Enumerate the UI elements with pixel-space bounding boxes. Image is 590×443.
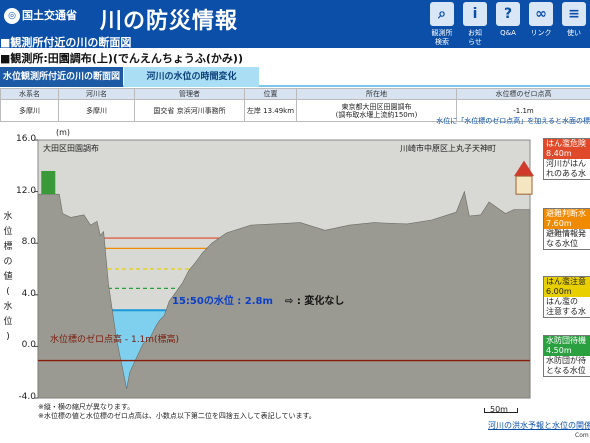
tab-time-series[interactable]: 河川の水位の時間変化 [124, 67, 259, 87]
station-search-button[interactable]: ⌕ 観測所 検索 [426, 0, 458, 48]
threshold-box: 避難判断水 7.60m 避難情報発 なる水位 [543, 208, 590, 250]
links-button[interactable]: ∞ リンク [525, 0, 557, 48]
threshold-box: 水防団待機 4.50m 水防団が待 となる水位 [543, 335, 590, 377]
link-icon: ∞ [529, 2, 553, 26]
house-body [515, 175, 533, 195]
threshold-value: 4.50m [546, 346, 572, 355]
info-icon: i [463, 2, 487, 26]
table-cell: 国交省 京浜河川事務所 [134, 99, 245, 122]
threshold-box: はん濫危険 8.40m 河川がはん れのある水 [543, 138, 590, 180]
table-cell: 多摩川 [58, 99, 135, 122]
table-cell: 左岸 13.49km [244, 99, 297, 122]
right-bank-label: 川崎市中原区上丸子天神町 [400, 144, 496, 153]
station-name: ■観測所:田園調布(上)(でんえんちょうふ(かみ)) [0, 52, 243, 65]
left-bank-label: 大田区田園調布 [43, 144, 99, 153]
water-level-readout: 15:50の水位 : 2.8m [172, 296, 273, 307]
threshold-value: 7.60m [546, 219, 572, 228]
trend-indicator: ⇨ : 変化なし [285, 296, 345, 307]
header-toolbar: ⌕ 観測所 検索 i お知 らせ ? Q&A ∞ リンク ≡ 使い [425, 0, 590, 48]
threshold-description: なる水位 [546, 239, 578, 248]
site-header: ◎ 国土交通省 川の防災情報 ■観測所付近の川の断面図 ⌕ 観測所 検索 i お知 らせ… [0, 0, 590, 49]
threshold-description: 河川がはん [546, 159, 586, 168]
guide-icon: ≡ [562, 2, 586, 26]
elevation-note: 水位に「水位標のゼロ点高」を加えると水面の標 [436, 117, 590, 125]
cross-section-chart [34, 139, 534, 399]
threshold-name: はん濫危険 [546, 139, 586, 148]
search-icon: ⌕ [430, 2, 454, 26]
threshold-description: 避難情報発 [546, 229, 586, 238]
threshold-name: はん濫注意 [546, 277, 586, 286]
col-header: 水系名 [0, 88, 59, 100]
table-header-row: 水系名 河川名 管理者 位置 所在地 水位標のゼロ点高 [0, 88, 590, 100]
guide-button[interactable]: ≡ 使い [558, 0, 590, 48]
col-header: 所在地 [296, 88, 457, 100]
table-cell: 多摩川 [0, 99, 59, 122]
table-cell: 東京都大田区田園調布 (調布取水堰上流約150m) [296, 99, 457, 122]
threshold-description: となる水位 [546, 366, 586, 375]
threshold-name: 避難判断水 [546, 209, 586, 218]
threshold-box: はん濫注意 6.00m はん濫の 注意する水 [543, 276, 590, 318]
threshold-description: 注意する水 [546, 307, 586, 316]
col-header: 水位標のゼロ点高 [456, 88, 590, 100]
threshold-description: れのある水 [546, 169, 586, 178]
threshold-value: 6.00m [546, 287, 572, 296]
zero-point-label: 水位標のゼロ点高 - 1.1m(標高) [50, 335, 180, 345]
threshold-value: 8.40m [546, 149, 572, 158]
threshold-description: はん濫の [546, 297, 578, 306]
col-header: 位置 [244, 88, 297, 100]
site-title[interactable]: 川の防災情報 [100, 3, 238, 35]
mlit-logo-icon: ◎ [4, 8, 20, 24]
threshold-description: 水防団が待 [546, 356, 586, 365]
col-header: 管理者 [134, 88, 245, 100]
threshold-name: 水防団待機 [546, 336, 586, 345]
ministry-name: 国土交通省 [22, 9, 77, 22]
news-button[interactable]: i お知 らせ [459, 0, 491, 48]
faq-button[interactable]: ? Q&A [492, 0, 524, 48]
tab-cross-section[interactable]: 水位観測所付近の川の断面図 [0, 67, 123, 87]
page-subtitle: ■観測所付近の川の断面図 [0, 36, 132, 49]
footnote-rounding: ※水位標の値と水位標のゼロ点高は、小数点以下第二位を四捨五入して表記しています。 [38, 412, 316, 420]
scale-bar [484, 408, 518, 413]
help-icon: ? [496, 2, 520, 26]
flood-forecast-link[interactable]: 河川の洪水予報と水位の関係 [488, 420, 590, 431]
footer-text: Com [575, 432, 589, 439]
tree-icon [41, 170, 56, 195]
col-header: 河川名 [58, 88, 135, 100]
tab-bar: 水位観測所付近の川の断面図 河川の水位の時間変化 [0, 67, 590, 87]
